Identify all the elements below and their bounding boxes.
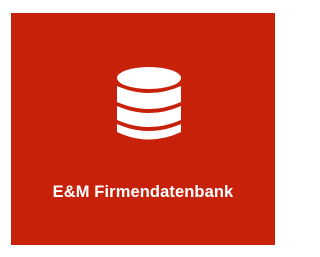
tile-label: E&M Firmendatenbank: [52, 183, 234, 201]
database-icon: [117, 67, 181, 143]
firmendatenbank-tile[interactable]: E&M Firmendatenbank: [11, 13, 275, 245]
